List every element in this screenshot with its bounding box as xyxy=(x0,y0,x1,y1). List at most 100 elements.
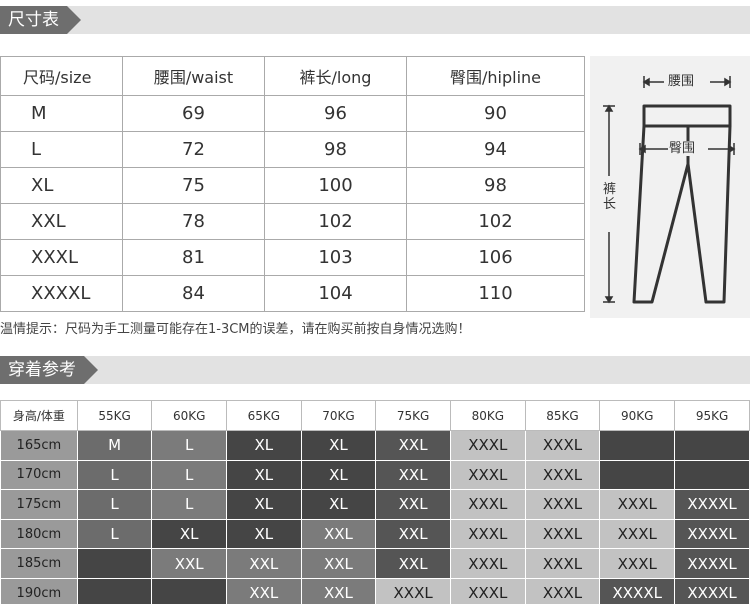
length-cell: 100 xyxy=(264,167,407,204)
hipline-cell: 106 xyxy=(406,239,585,276)
size-recommendation-cell: XXXL xyxy=(449,459,526,491)
size-recommendation-cell: XXXL xyxy=(524,577,601,604)
size-recommendation-cell: XXL xyxy=(226,577,302,604)
size-cell: XXXL xyxy=(0,239,123,276)
waist-cell: 69 xyxy=(122,95,265,132)
size-recommendation-cell: L xyxy=(76,518,153,550)
wear-table: 身高/体重 55KG 60KG 65KG 70KG 75KG 80KG 85KG… xyxy=(0,400,750,604)
length-cell: 98 xyxy=(264,131,407,168)
size-recommendation-cell: XL xyxy=(300,430,377,461)
size-recommendation-cell: M xyxy=(76,430,153,461)
height-cell: 165cm xyxy=(0,430,78,461)
weight-header-cell: 60KG xyxy=(151,400,227,431)
size-recommendation-cell xyxy=(599,430,676,461)
height-cell: 180cm xyxy=(0,518,78,550)
size-cell: L xyxy=(0,131,123,168)
table-row: XXXL 81 103 106 xyxy=(0,239,585,276)
weight-header-cell: 90KG xyxy=(599,400,676,431)
table-row: XXL 78 102 102 xyxy=(0,203,585,240)
table-row: 185cm XXL XXL XXL XXL XXXL XXXL XXXL XXXXL xyxy=(0,548,750,579)
size-recommendation-cell: XL xyxy=(226,430,302,461)
table-row: XXXXL 84 104 110 xyxy=(0,275,585,312)
size-recommendation-cell: XXXL xyxy=(599,518,676,550)
hipline-cell: 94 xyxy=(406,131,585,168)
table-row: L 72 98 94 xyxy=(0,131,585,168)
weight-header-cell: 55KG xyxy=(76,400,153,431)
size-cell: XXL xyxy=(0,203,123,240)
size-recommendation-cell: XXXXL xyxy=(674,577,750,604)
size-recommendation-cell xyxy=(599,459,676,491)
height-cell: 170cm xyxy=(0,459,78,491)
size-section-header: 尺寸表 xyxy=(0,6,750,34)
waist-cell: 78 xyxy=(122,203,265,240)
size-cell: M xyxy=(0,95,123,132)
hipline-cell: 110 xyxy=(406,275,585,312)
weight-header-cell: 65KG xyxy=(226,400,302,431)
waist-cell: 81 xyxy=(122,239,265,276)
size-recommendation-cell xyxy=(674,430,750,461)
weight-header-cell: 75KG xyxy=(375,400,451,431)
weight-header-cell: 80KG xyxy=(449,400,526,431)
hipline-cell: 98 xyxy=(406,167,585,204)
size-recommendation-cell: XXL xyxy=(300,518,377,550)
size-header-cell: 尺码/size xyxy=(0,56,123,96)
size-recommendation-cell: XXXL xyxy=(449,548,526,579)
corner-cell: 身高/体重 xyxy=(0,400,78,431)
length-cell: 104 xyxy=(264,275,407,312)
hipline-cell: 90 xyxy=(406,95,585,132)
size-recommendation-cell xyxy=(151,577,227,604)
weight-header-cell: 95KG xyxy=(674,400,750,431)
size-recommendation-cell: XXL xyxy=(375,548,451,579)
length-cell: 102 xyxy=(264,203,407,240)
size-recommendation-cell xyxy=(76,548,153,579)
waist-header-cell: 腰围/waist xyxy=(122,56,265,96)
size-recommendation-cell: XL xyxy=(300,489,377,520)
wear-table-body: 165cm M L XL XL XXL XXXL XXXL 170cm L L XL XL XXL XXXL… xyxy=(0,430,750,604)
wear-table-header-row: 身高/体重 55KG 60KG 65KG 70KG 75KG 80KG 85KG… xyxy=(0,400,750,431)
size-recommendation-cell: XXXL xyxy=(449,518,526,550)
size-recommendation-cell: XXXXL xyxy=(674,489,750,520)
table-row: XL 75 100 98 xyxy=(0,167,585,204)
size-recommendation-cell: XXXL xyxy=(449,430,526,461)
size-recommendation-cell: XXXL xyxy=(524,518,601,550)
size-recommendation-cell: XXL xyxy=(300,577,377,604)
size-recommendation-cell: L xyxy=(151,459,227,491)
waist-cell: 75 xyxy=(122,167,265,204)
table-row: 170cm L L XL XL XXL XXXL XXXL xyxy=(0,459,750,491)
size-recommendation-cell: XXL xyxy=(375,459,451,491)
size-recommendation-cell: XXL xyxy=(375,489,451,520)
length-label: 裤长 xyxy=(602,182,617,212)
size-recommendation-cell: XXXL xyxy=(375,577,451,604)
hipline-cell: 102 xyxy=(406,203,585,240)
wear-section-title: 穿着参考 xyxy=(0,356,98,384)
waist-label: 腰围 xyxy=(668,74,695,89)
size-recommendation-cell: XL xyxy=(226,518,302,550)
size-recommendation-cell: XXXL xyxy=(524,489,601,520)
size-section-title: 尺寸表 xyxy=(0,6,81,34)
size-recommendation-cell xyxy=(76,577,153,604)
size-recommendation-cell: XXXL xyxy=(524,459,601,491)
table-row: 180cm L XL XL XXL XXL XXXL XXXL XXXL XXXXL xyxy=(0,518,750,550)
size-table: 尺码/size 腰围/waist 裤长/long 臀围/hipline M 69… xyxy=(0,56,585,312)
size-recommendation-cell: XL xyxy=(300,459,377,491)
size-recommendation-cell: XXXXL xyxy=(674,548,750,579)
length-header-cell: 裤长/long xyxy=(264,56,407,96)
size-recommendation-cell: XXXL xyxy=(599,548,676,579)
height-cell: 190cm xyxy=(0,577,78,604)
size-recommendation-cell: XXXL xyxy=(524,548,601,579)
pants-diagram: 腰围 臀围 裤长 xyxy=(590,56,750,318)
size-recommendation-cell: XL xyxy=(226,489,302,520)
size-recommendation-cell: XXL xyxy=(151,548,227,579)
hipline-header-cell: 臀围/hipline xyxy=(406,56,585,96)
waist-cell: 72 xyxy=(122,131,265,168)
size-recommendation-cell: L xyxy=(151,489,227,520)
weight-header-cell: 85KG xyxy=(524,400,601,431)
size-recommendation-cell: XXL xyxy=(375,430,451,461)
size-recommendation-cell: XL xyxy=(151,518,227,550)
length-cell: 96 xyxy=(264,95,407,132)
size-recommendation-cell: L xyxy=(76,459,153,491)
table-row: 190cm XXL XXL XXXL XXXL XXXL XXXXL XXXXL xyxy=(0,577,750,604)
hip-label: 臀围 xyxy=(669,141,696,156)
weight-header-cell: 70KG xyxy=(300,400,377,431)
size-recommendation-cell: XXL xyxy=(375,518,451,550)
